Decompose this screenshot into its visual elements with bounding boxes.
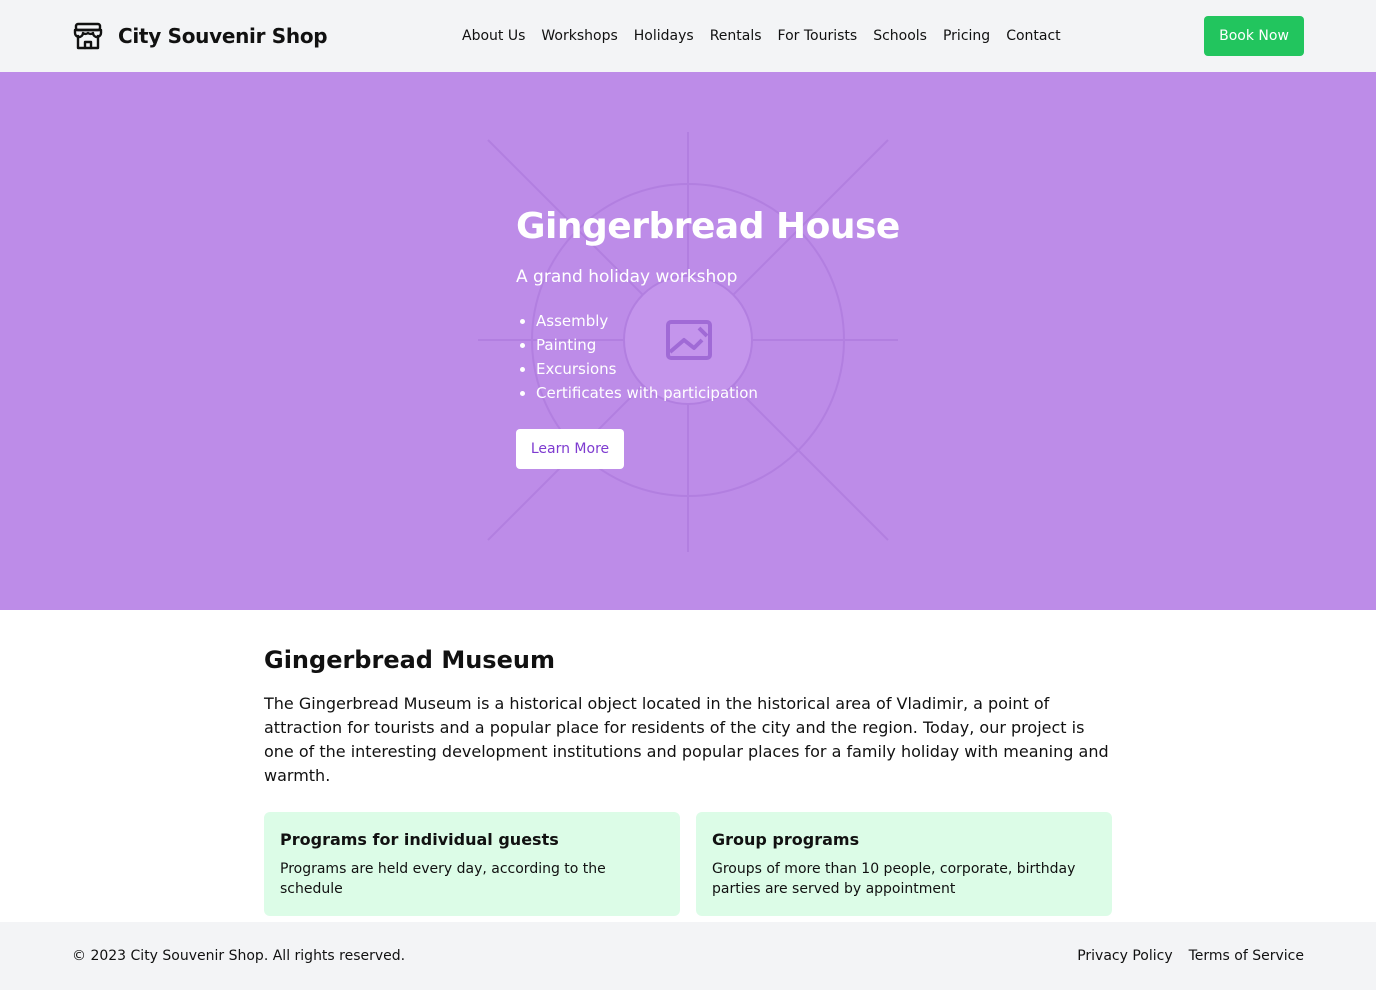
site-footer: © 2023 City Souvenir Shop. All rights re… bbox=[0, 922, 1376, 990]
program-card-group: Group programs Groups of more than 10 pe… bbox=[696, 812, 1112, 916]
hero-content: Gingerbread House A grand holiday worksh… bbox=[516, 206, 936, 469]
terms-of-service-link[interactable]: Terms of Service bbox=[1189, 948, 1304, 964]
nav-about-us[interactable]: About Us bbox=[462, 28, 525, 44]
nav-pricing[interactable]: Pricing bbox=[943, 28, 990, 44]
learn-more-button[interactable]: Learn More bbox=[516, 429, 624, 469]
hero-title: Gingerbread House bbox=[516, 206, 900, 247]
footer-links: Privacy Policy Terms of Service bbox=[1077, 948, 1304, 964]
nav-workshops[interactable]: Workshops bbox=[541, 28, 617, 44]
feature-item: Certificates with participation bbox=[536, 381, 936, 405]
feature-item: Excursions bbox=[536, 357, 936, 381]
feature-item: Assembly bbox=[536, 309, 936, 333]
card-text: Programs are held every day, according t… bbox=[280, 861, 606, 897]
nav-for-tourists[interactable]: For Tourists bbox=[778, 28, 858, 44]
brand-name: City Souvenir Shop bbox=[118, 24, 328, 48]
nav-schools[interactable]: Schools bbox=[873, 28, 927, 44]
main-nav: About Us Workshops Holidays Rentals For … bbox=[462, 0, 1061, 72]
brand[interactable]: City Souvenir Shop bbox=[72, 20, 328, 52]
nav-holidays[interactable]: Holidays bbox=[634, 28, 694, 44]
privacy-policy-link[interactable]: Privacy Policy bbox=[1077, 948, 1172, 964]
copyright-text: © 2023 City Souvenir Shop. All rights re… bbox=[72, 948, 406, 964]
hero-banner: Gingerbread House A grand holiday worksh… bbox=[0, 72, 1376, 610]
program-cards: Programs for individual guests Programs … bbox=[264, 812, 1376, 916]
card-title: Programs for individual guests bbox=[280, 830, 559, 849]
hero-feature-list: Assembly Painting Excursions Certificate… bbox=[516, 309, 936, 405]
nav-rentals[interactable]: Rentals bbox=[710, 28, 762, 44]
card-title: Group programs bbox=[712, 830, 860, 849]
nav-contact[interactable]: Contact bbox=[1006, 28, 1060, 44]
hero-subtitle: A grand holiday workshop bbox=[516, 267, 738, 287]
card-text: Groups of more than 10 people, corporate… bbox=[712, 861, 1076, 897]
storefront-icon bbox=[72, 20, 104, 52]
section-title: Gingerbread Museum bbox=[264, 646, 555, 674]
program-card-individual: Programs for individual guests Programs … bbox=[264, 812, 680, 916]
book-now-button[interactable]: Book Now bbox=[1204, 16, 1304, 56]
feature-item: Painting bbox=[536, 333, 936, 357]
section-description: The Gingerbread Museum is a historical o… bbox=[264, 694, 1109, 785]
museum-section: Gingerbread Museum The Gingerbread Museu… bbox=[0, 610, 1376, 922]
site-header: City Souvenir Shop About Us Workshops Ho… bbox=[0, 0, 1376, 72]
